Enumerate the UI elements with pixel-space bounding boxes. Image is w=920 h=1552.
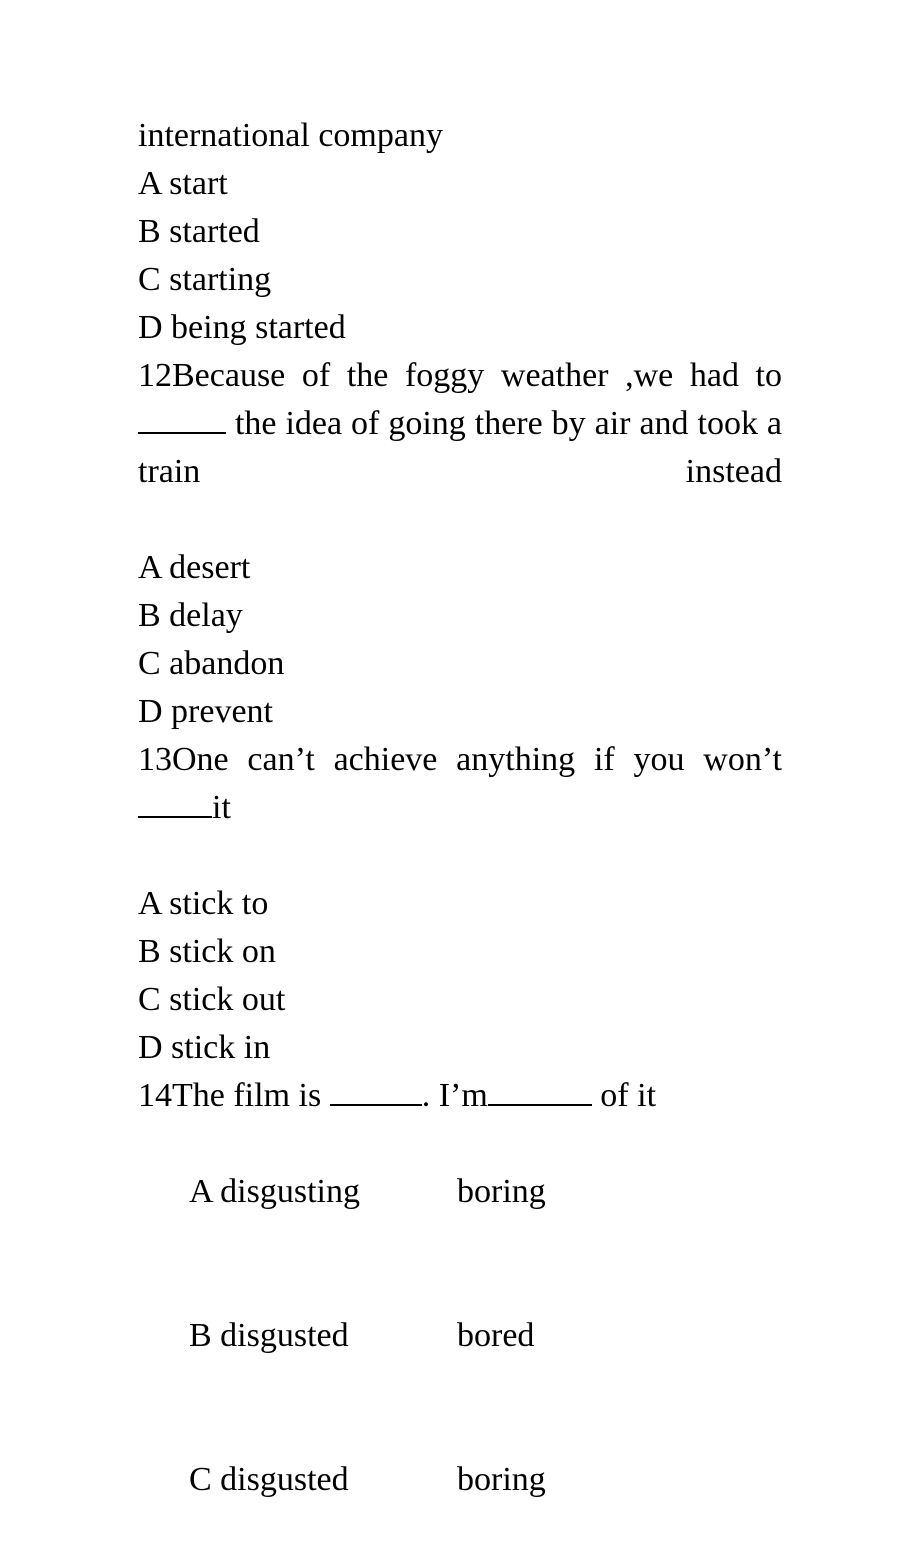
question-12-option-d[interactable]: D prevent <box>138 688 782 736</box>
question-14-stem-part3: of it <box>591 1077 657 1114</box>
question-13-option-d[interactable]: D stick in <box>138 1024 782 1072</box>
question-13-blank[interactable] <box>138 787 212 818</box>
question-14-option-a-left: A disgusting <box>189 1173 360 1210</box>
question-14-stem: 14The film is . I’m of it <box>138 1072 782 1120</box>
continuation-line: international company <box>138 117 443 154</box>
question-13-stem-part1: 13One can’t achieve anything if you won’… <box>138 741 782 778</box>
question-12-stem: 12Because of the foggy weather ,we had t… <box>138 352 782 544</box>
question-13-option-c[interactable]: C stick out <box>138 976 782 1024</box>
question-14-option-c-left: C disgusted <box>189 1461 349 1498</box>
question-14-option-c[interactable]: C disgusted boring <box>138 1408 782 1552</box>
question-14-blank-2[interactable] <box>487 1075 592 1106</box>
question-14-option-b-right: bored <box>457 1317 535 1354</box>
question-13-option-a[interactable]: A stick to <box>138 880 782 928</box>
option-line: C starting <box>138 261 272 298</box>
question-14-option-b[interactable]: B disgusted bored <box>138 1264 782 1408</box>
question-14-option-c-right: boring <box>457 1461 546 1498</box>
question-14-option-a-right: boring <box>457 1173 546 1210</box>
question-12-option-b[interactable]: B delay <box>138 592 782 640</box>
question-14-blank-1[interactable] <box>329 1075 422 1106</box>
question-13-option-b[interactable]: B stick on <box>138 928 782 976</box>
option-line: A start <box>138 165 228 202</box>
question-14-stem-part2: . I’m <box>421 1077 488 1114</box>
question-12-option-c[interactable]: C abandon <box>138 640 782 688</box>
question-13-stem: 13One can’t achieve anything if you won’… <box>138 736 782 880</box>
question-14-option-b-left: B disgusted <box>189 1317 349 1354</box>
question-12-stem-part2: the idea of going there by air and took … <box>138 405 782 490</box>
text-column: international company A start B started … <box>138 112 782 1552</box>
document-page: international company A start B started … <box>0 0 920 1498</box>
option-line: B started <box>138 213 260 250</box>
question-13-stem-part2: it <box>212 789 231 826</box>
question-12-option-a[interactable]: A desert <box>138 544 782 592</box>
option-line: D being started <box>138 309 346 346</box>
question-14-option-a[interactable]: A disgusting boring <box>138 1120 782 1264</box>
question-14-stem-part1: 14The film is <box>138 1077 330 1114</box>
question-12-stem-part1: 12Because of the foggy weather ,we had t… <box>138 357 782 394</box>
question-12-blank[interactable] <box>138 403 226 434</box>
